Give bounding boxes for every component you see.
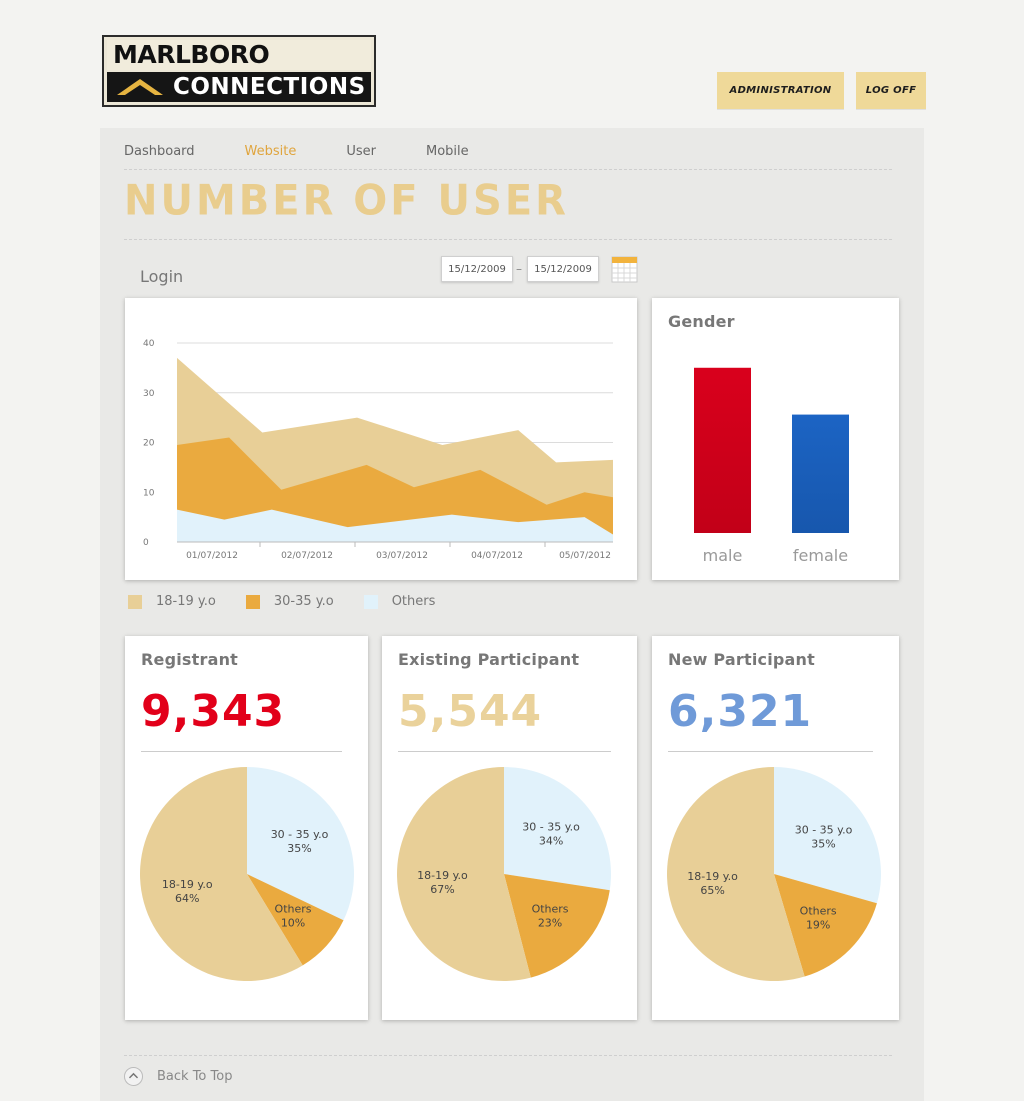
existing-participant-divider <box>398 751 611 752</box>
pie-slice-label: 30 - 35 y.o <box>522 821 580 834</box>
nav-dashboard[interactable]: Dashboard <box>124 144 195 159</box>
main-panel: Dashboard Website User Mobile NUMBER OF … <box>100 128 924 1101</box>
existing-participant-pie-chart: 30 - 35 y.o34% Others23% 18-19 y.o67% <box>397 767 611 981</box>
legend-label-others: Others <box>391 594 436 609</box>
existing-participant-value: 5,544 <box>398 686 543 737</box>
back-to-top-label: Back To Top <box>157 1069 233 1084</box>
date-to-input[interactable] <box>527 256 599 282</box>
x-tick-label: 01/07/2012 <box>186 551 238 561</box>
roof-icon <box>117 79 163 95</box>
registrant-card: Registrant 9,343 30 - 35 y.o 35% Others 10%… <box>125 636 368 1020</box>
bar-female <box>792 414 849 533</box>
date-separator: – <box>516 262 522 276</box>
nav-user[interactable]: User <box>346 144 376 159</box>
back-to-top-link[interactable]: Back To Top <box>124 1067 232 1086</box>
page-title: NUMBER OF USER <box>124 176 569 226</box>
brand-line2: CONNECTIONS <box>173 74 366 100</box>
pie-slice-label: Others <box>275 903 312 916</box>
login-label: Login <box>140 267 184 286</box>
pie-slice-label: 30 - 35 y.o <box>271 828 329 841</box>
legend-label-18-19: 18-19 y.o <box>156 594 216 609</box>
footer-divider <box>124 1055 892 1056</box>
logoff-button[interactable]: LOG OFF <box>856 72 926 109</box>
y-tick-label: 40 <box>143 339 155 349</box>
administration-button[interactable]: ADMINISTRATION <box>717 72 844 109</box>
y-tick-label: 20 <box>143 439 155 449</box>
pie-slice-label: Others <box>800 905 837 918</box>
new-participant-pie-chart: 30 - 35 y.o35% Others19% 18-19 y.o65% <box>666 767 881 981</box>
existing-participant-card: Existing Participant 5,544 30 - 35 y.o 34… <box>382 636 637 1020</box>
existing-participant-title: Existing Participant <box>398 650 580 669</box>
pie-slice-label: 18-19 y.o <box>417 869 468 882</box>
x-tick-label: 02/07/2012 <box>281 551 333 561</box>
gender-title: Gender <box>668 312 735 331</box>
main-nav: Dashboard Website User Mobile <box>124 144 519 159</box>
nav-mobile[interactable]: Mobile <box>426 144 469 159</box>
pie-slice-value: 67% <box>430 883 454 896</box>
pie-slice-value: 23% <box>538 917 562 930</box>
login-chart-card: 0 10 20 30 40 01/07/2012 02/07/2012 03/07/2012 0… <box>125 298 637 580</box>
pie-slice-value: 19% <box>806 919 830 932</box>
pie-slice-label: Others <box>532 903 569 916</box>
pie-slice-label: 18-19 y.o <box>687 870 738 883</box>
brand-logo[interactable]: MARLBORO LIGHTS CONNECTIONS <box>102 35 376 107</box>
login-area-chart: 0 10 20 30 40 01/07/2012 02/07/2012 03/07/2012 0… <box>143 339 613 561</box>
calendar-icon[interactable] <box>611 256 638 283</box>
bar-label-male: male <box>703 546 743 565</box>
pie-slice-label: 30 - 35 y.o <box>795 824 853 837</box>
nav-website[interactable]: Website <box>245 144 297 159</box>
pie-slice-value: 35% <box>287 842 311 855</box>
new-participant-value: 6,321 <box>668 686 813 737</box>
legend-swatch-30-35 <box>245 594 260 609</box>
gender-card: Gender male female <box>652 298 899 580</box>
registrant-divider <box>141 751 342 752</box>
y-tick-label: 10 <box>143 488 155 498</box>
new-participant-divider <box>668 751 873 752</box>
legend-label-30-35: 30-35 y.o <box>273 594 334 609</box>
registrant-pie-chart: 30 - 35 y.o35% Others10% 18-19 y.o64% <box>139 767 354 981</box>
new-participant-card: New Participant 6,321 30 - 35 y.o 35% Othe… <box>652 636 899 1020</box>
registrant-value: 9,343 <box>141 686 286 737</box>
legend-swatch-others <box>363 594 378 609</box>
pie-slice-value: 65% <box>700 884 724 897</box>
pie-slice-value: 64% <box>175 892 199 905</box>
y-tick-label: 30 <box>143 389 155 399</box>
gender-bar-chart: male female <box>694 367 849 565</box>
pie-slice-label: 18-19 y.o <box>162 878 213 891</box>
legend-swatch-18-19 <box>128 594 142 609</box>
pie-slice-value: 35% <box>811 838 835 851</box>
nav-divider <box>124 169 892 170</box>
brand-line1: MARLBORO LIGHTS <box>107 40 371 99</box>
new-participant-title: New Participant <box>668 650 815 669</box>
chart-legend: 18-19 y.o 30-35 y.o Others <box>128 594 465 609</box>
bar-male <box>694 367 751 533</box>
y-tick-label: 0 <box>143 538 149 548</box>
x-tick-label: 04/07/2012 <box>471 551 523 561</box>
chevron-up-icon <box>124 1067 143 1086</box>
date-from-input[interactable] <box>441 256 513 282</box>
brand-line2-block: CONNECTIONS <box>107 72 371 102</box>
x-tick-label: 05/07/2012 <box>559 551 611 561</box>
bar-label-female: female <box>793 546 848 565</box>
pie-slice-value: 34% <box>539 835 563 848</box>
pie-slice-value: 10% <box>281 917 305 930</box>
title-divider <box>124 239 892 240</box>
registrant-title: Registrant <box>141 650 239 669</box>
x-tick-label: 03/07/2012 <box>376 551 428 561</box>
